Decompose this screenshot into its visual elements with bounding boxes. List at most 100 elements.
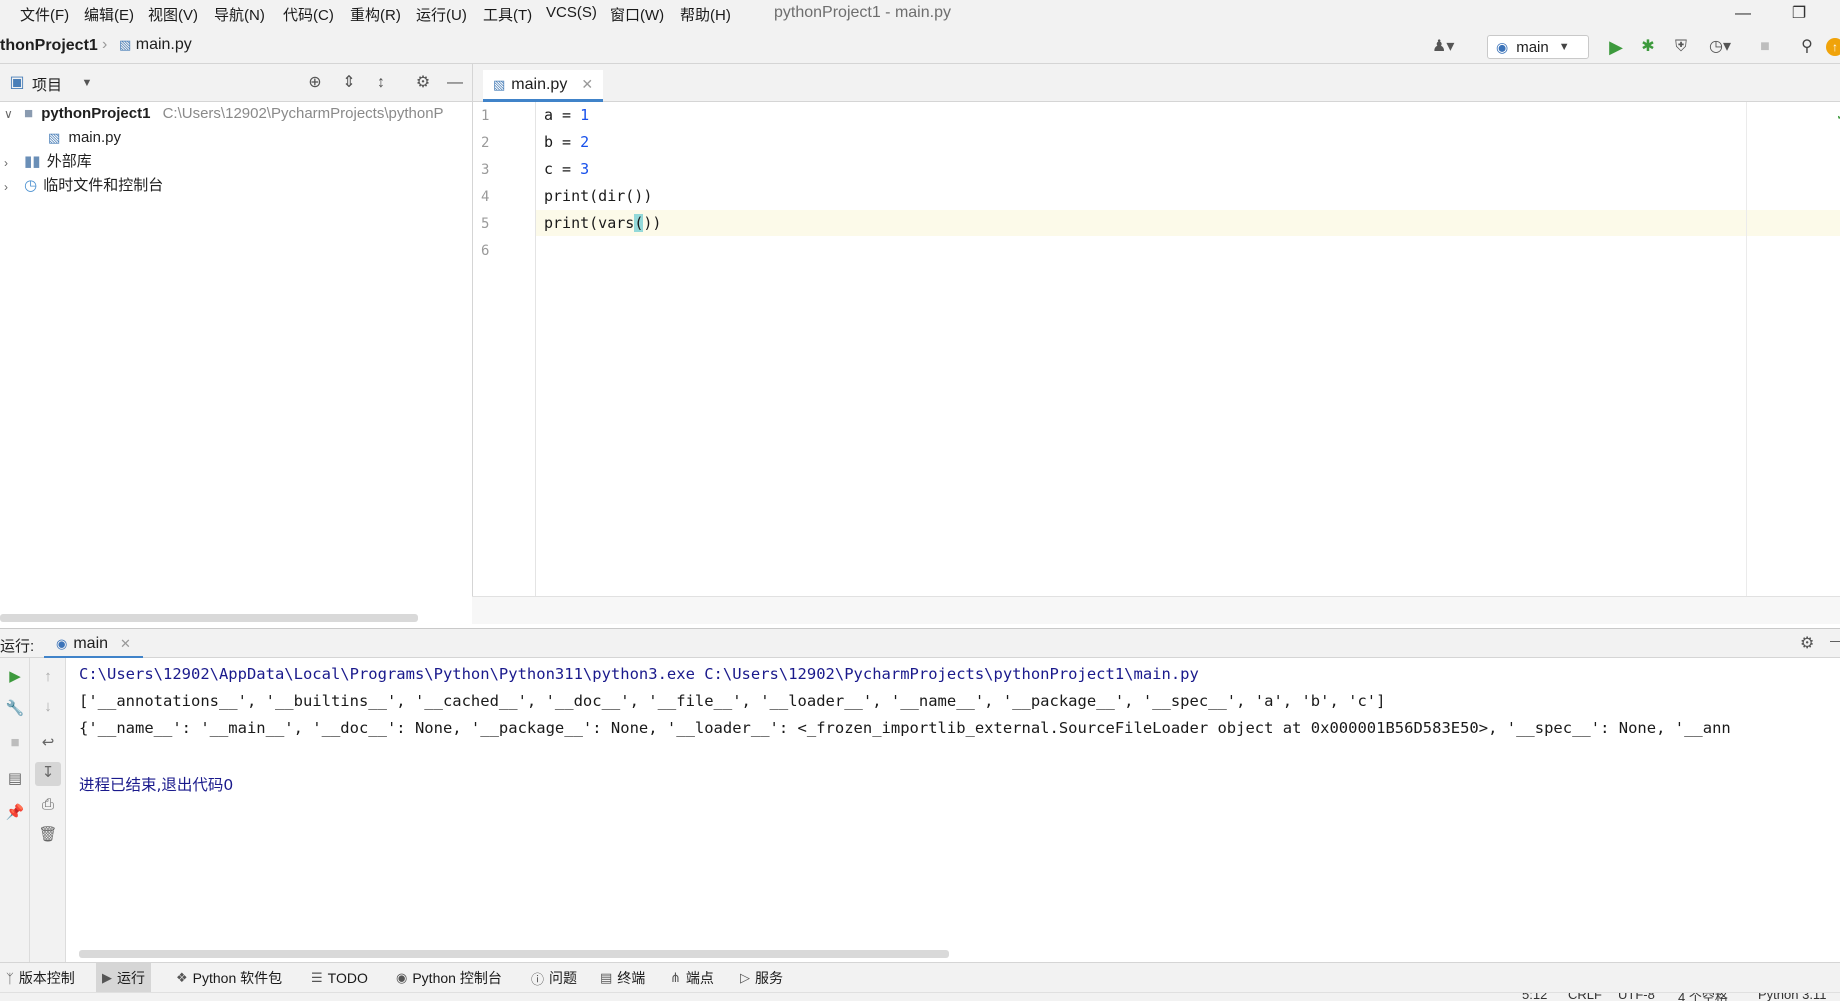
python-file-icon: ▧ (119, 37, 132, 52)
line-separator[interactable]: CRLF (1568, 993, 1602, 1001)
close-icon[interactable]: ✕ (581, 76, 593, 93)
tab-label: main.py (511, 75, 568, 93)
trash-icon[interactable]: 🗑 (37, 824, 59, 846)
project-path: C:\Users\12902\PycharmProjects\pythonP (162, 105, 444, 122)
menu-refactor[interactable]: 重构(R) (350, 4, 401, 25)
scratch-icon: ◷ (24, 177, 38, 194)
project-panel-header: ▣ 项目 ▼ ⊕ ⇕ ↕ ⚙ — (0, 64, 472, 102)
arrow-down-icon[interactable]: ↓ (37, 696, 59, 718)
tool-label: 端点 (685, 970, 714, 986)
gear-icon[interactable]: ⚙ (1800, 633, 1814, 653)
tool-endpoints[interactable]: ⋔ 端点 (664, 963, 720, 993)
line-number-gutter: 1 2 3 4 5 6 (472, 102, 536, 596)
tool-label: 终端 (617, 970, 646, 986)
coverage-icon[interactable]: ⛨ (1670, 36, 1692, 58)
close-icon[interactable]: ✕ (120, 636, 131, 652)
right-margin-guide (1746, 102, 1747, 596)
wrench-icon[interactable]: 🔧 (4, 698, 26, 720)
tool-problems[interactable]: ⓘ 问题 (525, 963, 583, 993)
stop-icon[interactable]: ■ (1754, 36, 1776, 58)
tool-run[interactable]: ▶ 运行 (96, 963, 151, 993)
user-icon[interactable]: ♟▾ (1432, 36, 1454, 58)
endpoints-icon: ⋔ (670, 970, 681, 985)
menu-tools[interactable]: 工具(T) (483, 4, 532, 25)
tree-scrollbar[interactable] (0, 614, 418, 622)
print-icon[interactable]: ⎙ (37, 794, 59, 816)
hide-panel-icon[interactable]: — (1830, 632, 1840, 648)
console-output[interactable]: C:\Users\12902\AppData\Local\Programs\Py… (66, 658, 1840, 962)
chevron-expanded-icon[interactable]: ∨ (4, 107, 13, 121)
debug-icon[interactable]: ✱ (1637, 36, 1659, 58)
caret-position[interactable]: 5:12 (1522, 993, 1547, 1001)
menu-run[interactable]: 运行(U) (416, 4, 467, 25)
list-icon: ☰ (311, 970, 323, 985)
expand-all-icon[interactable]: ⇕ (338, 73, 360, 95)
menu-code[interactable]: 代码(C) (283, 4, 334, 25)
menu-view[interactable]: 视图(V) (148, 4, 198, 25)
tree-item-external-libraries[interactable]: ▮▮ 外部库 (24, 150, 92, 174)
console-scrollbar[interactable] (79, 950, 949, 958)
tool-label: TODO (327, 970, 368, 986)
profile-icon[interactable]: ◷▾ (1703, 36, 1737, 58)
run-config-select[interactable]: ◉ main ▼ (1487, 35, 1589, 59)
collapse-all-icon[interactable]: ↕ (370, 73, 392, 95)
services-icon: ▷ (740, 970, 750, 985)
tool-services[interactable]: ▷ 服务 (734, 963, 789, 993)
chevron-down-icon[interactable]: ▼ (76, 73, 98, 95)
menu-edit[interactable]: 编辑(E) (84, 4, 134, 25)
hide-panel-icon[interactable]: — (444, 73, 466, 95)
breadcrumb-file[interactable]: ▧ main.py (119, 36, 192, 54)
tool-terminal[interactable]: ▤ 终端 (594, 963, 651, 993)
update-icon[interactable]: ↑ (1826, 38, 1840, 56)
editor-tab-bar: ▧ main.py ✕ (472, 64, 1840, 102)
code-line: print(vars()) (544, 214, 662, 232)
run-tab-main[interactable]: ◉ main ✕ (44, 631, 143, 659)
tree-item-scratches[interactable]: ◷ 临时文件和控制台 (24, 174, 163, 198)
package-icon: ❖ (176, 970, 188, 985)
file-encoding[interactable]: UTF-8 (1618, 993, 1655, 1001)
arrow-up-icon[interactable]: ↑ (37, 666, 59, 688)
tree-item-label: pythonProject1 (41, 105, 151, 122)
soft-wrap-icon[interactable]: ↩ (37, 732, 59, 754)
gear-icon[interactable]: ⚙ (412, 73, 434, 95)
indent-setting[interactable]: 4 个空格 (1678, 993, 1728, 1001)
status-bar: 5:12 CRLF UTF-8 4 个空格 Python 3.11 (0, 992, 1840, 1001)
code-line: b = 2 (544, 133, 590, 151)
rerun-icon[interactable]: ▶ (4, 666, 26, 688)
chevron-right-icon[interactable]: › (4, 156, 8, 170)
run-toolbar-secondary: ↑ ↓ ↩ ↧ ⎙ 🗑 (30, 658, 66, 962)
chevron-right-icon[interactable]: › (4, 180, 8, 194)
pin-icon[interactable]: 📌 (4, 802, 26, 824)
run-icon[interactable]: ▶ (1605, 36, 1627, 58)
menu-navigate[interactable]: 导航(N) (214, 4, 265, 25)
tool-python-packages[interactable]: ❖ Python 软件包 (170, 963, 288, 993)
menu-window[interactable]: 窗口(W) (610, 4, 664, 25)
minimize-icon[interactable]: — (1720, 0, 1766, 28)
breadcrumb-project[interactable]: thonProject1 (0, 37, 98, 55)
python-icon: ◉ (396, 970, 408, 985)
menu-help[interactable]: 帮助(H) (680, 4, 731, 25)
tool-version-control[interactable]: ᛉ 版本控制 (0, 963, 81, 993)
problems-icon: ⓘ (531, 971, 545, 987)
check-icon: ✓ (1836, 108, 1840, 124)
tree-item-project-root[interactable]: ■ pythonProject1 C:\Users\12902\PycharmP… (24, 102, 444, 126)
interpreter[interactable]: Python 3.11 (1758, 993, 1826, 1001)
locate-icon[interactable]: ⊕ (304, 73, 326, 95)
code-editor[interactable]: a = 1 b = 2 c = 3 print(dir()) print(var… (536, 102, 1840, 596)
tool-todo[interactable]: ☰ TODO (305, 963, 374, 993)
tree-item-main-py[interactable]: ▧ main.py (48, 126, 121, 150)
project-panel-title[interactable]: 项目 (32, 74, 62, 95)
line-number: 1 (481, 108, 490, 124)
menu-file[interactable]: 文件(F) (20, 4, 69, 25)
search-icon[interactable]: ⚲ (1796, 36, 1818, 58)
console-exit-message: 进程已结束,退出代码0 (79, 776, 234, 794)
restore-icon[interactable]: ❐ (1776, 0, 1822, 28)
tab-main-py[interactable]: ▧ main.py ✕ (483, 70, 604, 102)
tool-python-console[interactable]: ◉ Python 控制台 (390, 963, 508, 993)
layout-icon[interactable]: ▤ (4, 768, 26, 790)
scroll-to-end-icon[interactable]: ↧ (35, 762, 61, 786)
run-panel-header: 运行: ◉ main ✕ ⚙ — (0, 628, 1840, 659)
stop-icon[interactable]: ■ (4, 732, 26, 754)
menu-vcs[interactable]: VCS(S) (546, 4, 597, 21)
breadcrumb-file-label: main.py (135, 36, 192, 53)
